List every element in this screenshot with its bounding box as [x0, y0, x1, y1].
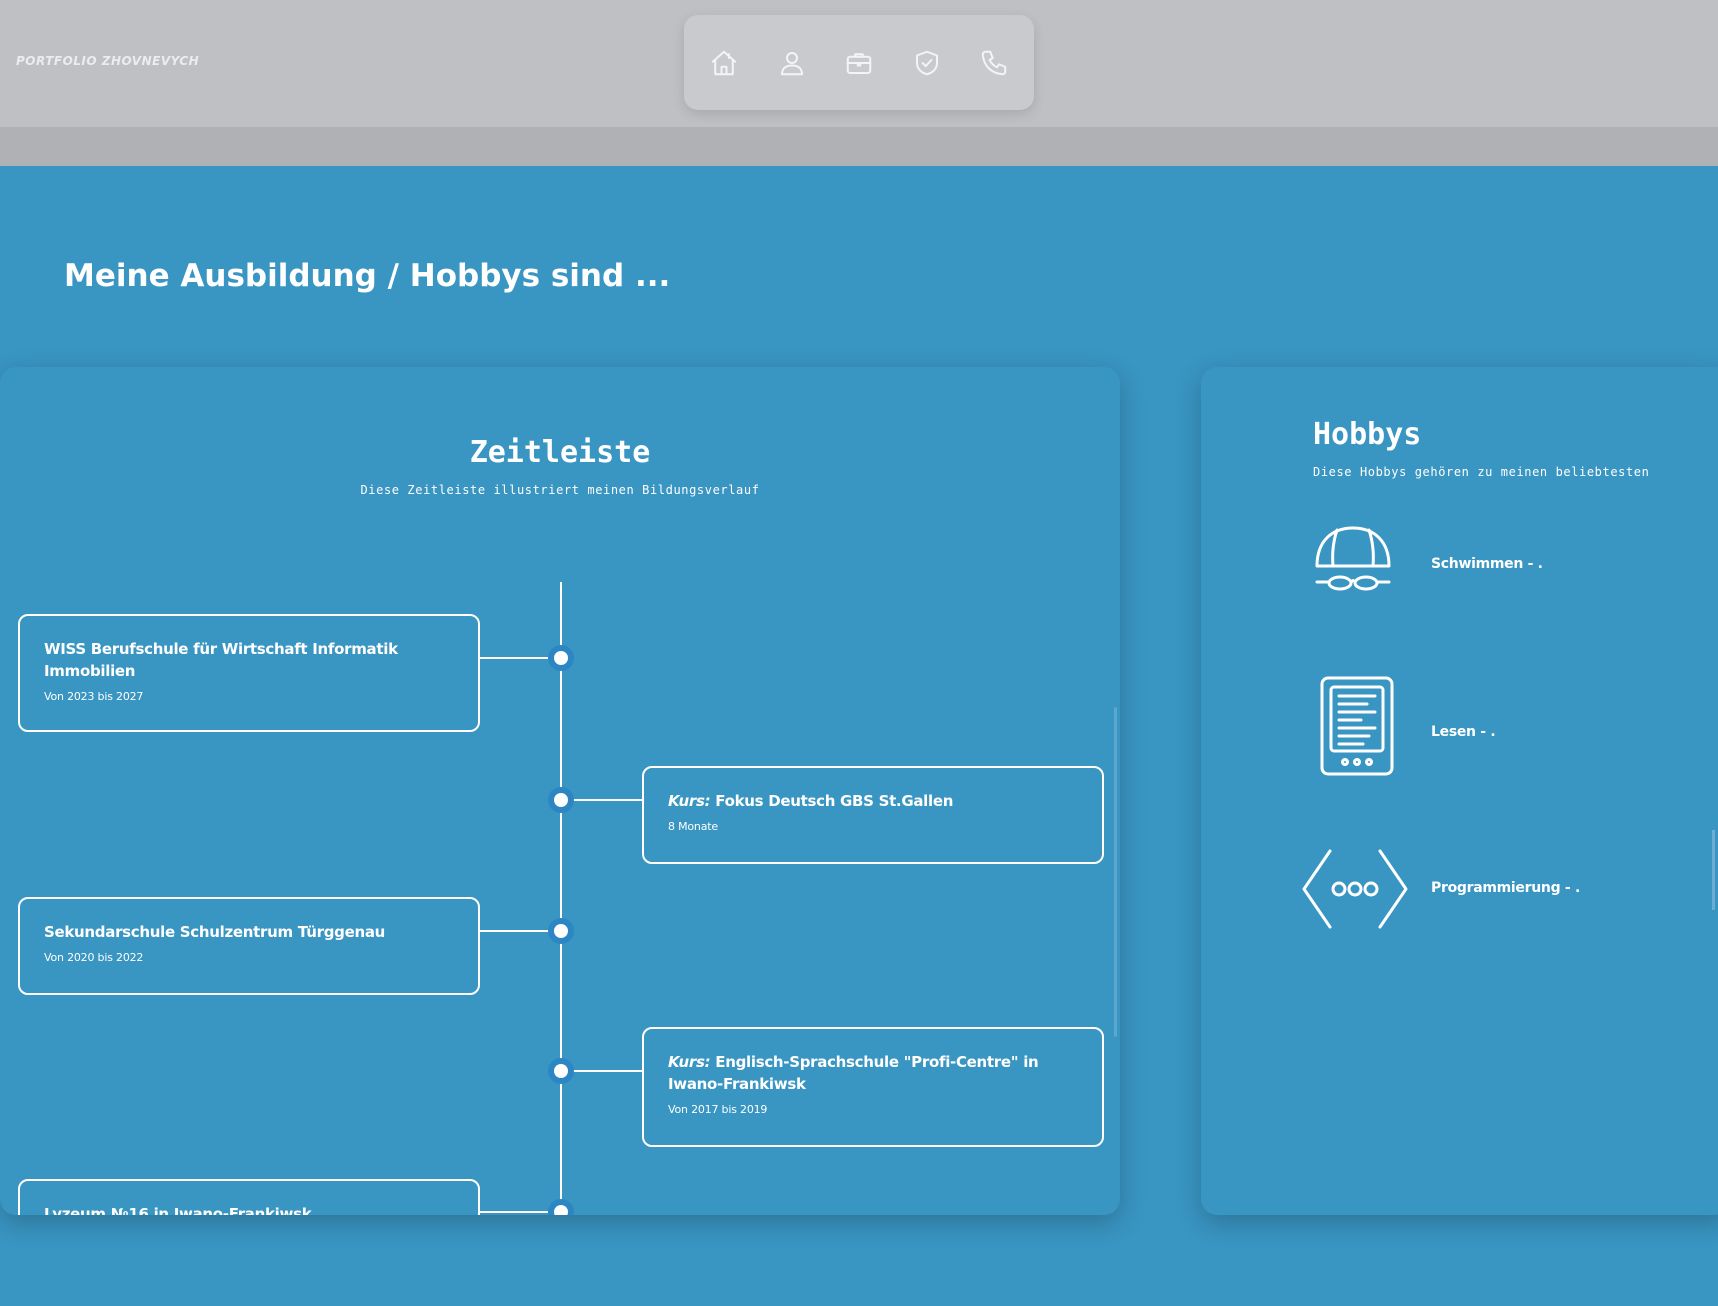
shield-check-icon	[915, 50, 938, 75]
hobby-label: Lesen - .	[1431, 724, 1496, 740]
timeline-entry-date: Von 2017 bis 2019	[668, 1103, 768, 1116]
hobbies-card: Hobbys Diese Hobbys gehören zu meinen be…	[1201, 367, 1718, 1215]
home-icon	[711, 50, 737, 75]
timeline-connector	[480, 657, 560, 659]
timeline-connector	[480, 1211, 560, 1213]
timeline-entry-date: 8 Monate	[668, 820, 718, 833]
hobby-item-swimming[interactable]: Schwimmen - .	[1201, 517, 1718, 627]
timeline-entry-title: WISS Berufschule für Wirtschaft Informat…	[44, 640, 398, 680]
timeline-axis	[560, 582, 562, 1215]
timeline-entry-title: Sekundarschule Schulzentrum Türggenau	[44, 923, 386, 941]
timeline-entry-title: Lyzeum №16 in Iwano-Frankiwsk	[44, 1205, 312, 1215]
hobby-label: Programmierung - .	[1431, 880, 1580, 896]
timeline-card: Zeitleiste Diese Zeitleiste illustriert …	[0, 367, 1120, 1215]
course-name: Fokus Deutsch GBS St.Gallen	[715, 792, 954, 810]
site-logo[interactable]: Portfolio Zhovnevych	[16, 54, 199, 68]
timeline-entry-profi-centre[interactable]: Kurs: Englisch-Sprachschule "Profi-Centr…	[642, 1027, 1104, 1147]
timeline-entry-title: Kurs: Englisch-Sprachschule "Profi-Centr…	[668, 1051, 1078, 1095]
timeline-subtitle: Diese Zeitleiste illustriert meinen Bild…	[360, 483, 760, 497]
timeline-entry-wiss[interactable]: WISS Berufschule für Wirtschaft Informat…	[18, 614, 480, 732]
hobbies-title: Hobbys	[1313, 417, 1422, 452]
timeline-dot	[554, 1205, 568, 1215]
timeline-entry-fokus-deutsch[interactable]: Kurs: Fokus Deutsch GBS St.Gallen 8 Mona…	[642, 766, 1104, 864]
timeline-entry-sekundarschule[interactable]: Sekundarschule Schulzentrum Türggenau Vo…	[18, 897, 480, 995]
header-shadow	[0, 127, 1718, 166]
swim-cap-goggles-icon	[1315, 526, 1391, 591]
nav-about-button[interactable]	[774, 45, 810, 81]
hobby-item-reading[interactable]: Lesen - .	[1201, 672, 1718, 782]
nav-portfolio-button[interactable]	[841, 45, 877, 81]
timeline-entry-title: Kurs: Fokus Deutsch GBS St.Gallen	[668, 790, 1078, 812]
timeline-dot	[554, 1064, 568, 1078]
user-icon	[780, 51, 803, 75]
ereader-icon	[1320, 676, 1394, 776]
timeline-connector	[480, 930, 560, 932]
timeline-entry-lyzeum[interactable]: Lyzeum №16 in Iwano-Frankiwsk	[18, 1179, 480, 1215]
timeline-dot	[554, 793, 568, 807]
section-title: Meine Ausbildung / Hobbys sind ...	[64, 258, 671, 294]
hobby-item-programming[interactable]: Programmierung - .	[1201, 847, 1718, 957]
timeline-title: Zeitleiste	[469, 435, 651, 470]
timeline-entry-date: Von 2023 bis 2027	[44, 690, 144, 703]
timeline-connector	[562, 799, 642, 801]
timeline-connector	[562, 1070, 642, 1072]
timeline-dot	[554, 924, 568, 938]
timeline-dot	[554, 651, 568, 665]
hobby-label: Schwimmen - .	[1431, 556, 1543, 572]
main-nav	[684, 15, 1034, 110]
nav-skills-button[interactable]	[909, 45, 945, 81]
course-name: Englisch-Sprachschule "Profi-Centre" in …	[668, 1053, 1039, 1093]
course-prefix: Kurs:	[668, 1053, 711, 1071]
phone-icon	[981, 50, 1007, 75]
page-scrollbar[interactable]	[1712, 830, 1715, 910]
nav-home-button[interactable]	[706, 45, 742, 81]
timeline-entry-date: Von 2020 bis 2022	[44, 951, 144, 964]
nav-contact-button[interactable]	[976, 45, 1012, 81]
hobbies-subtitle: Diese Hobbys gehören zu meinen beliebtes…	[1313, 465, 1650, 479]
timeline-scrollbar[interactable]	[1114, 707, 1117, 1037]
briefcase-icon	[846, 52, 872, 74]
course-prefix: Kurs:	[668, 792, 711, 810]
code-brackets-icon	[1302, 849, 1408, 929]
